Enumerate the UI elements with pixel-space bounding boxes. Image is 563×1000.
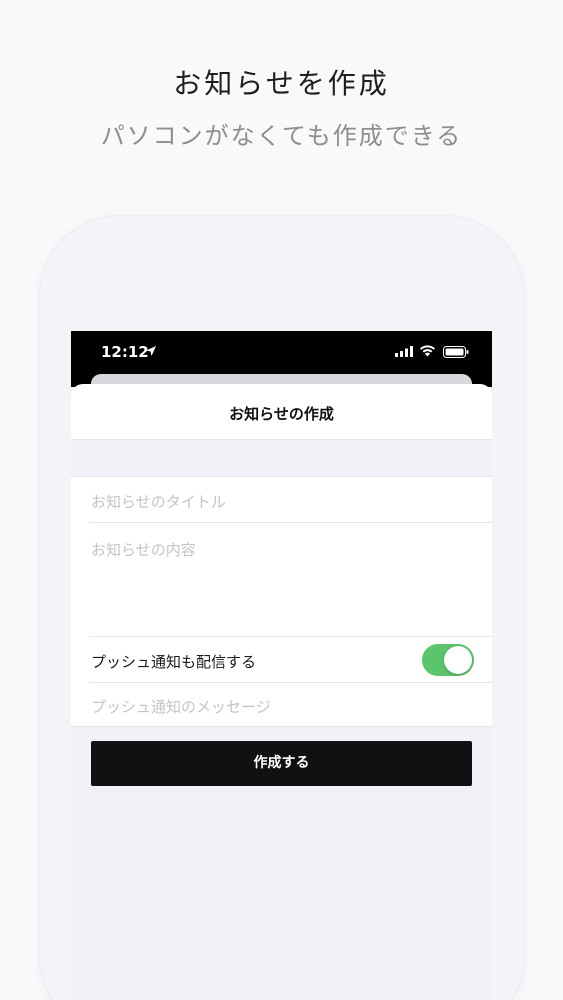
signal-icon xyxy=(395,346,413,357)
wifi-icon xyxy=(420,345,435,357)
location-icon xyxy=(146,346,156,356)
notice-body-textarea[interactable]: お知らせの内容 xyxy=(91,539,196,560)
divider xyxy=(89,522,492,523)
phone-screen: 12:12 お知らせの作成 お知らせのタイトル お知らせの内容 プッシュ通知も配… xyxy=(71,331,492,1000)
create-button[interactable]: 作成する xyxy=(91,741,472,786)
app-store-screenshot: お知らせを作成 パソコンがなくても作成できる 12:12 お知らせの作成 お知ら… xyxy=(0,0,563,1000)
divider xyxy=(89,682,492,683)
status-time: 12:12 xyxy=(101,343,149,361)
toggle-knob xyxy=(444,646,472,674)
push-message-input[interactable]: プッシュ通知のメッセージ xyxy=(91,696,271,717)
push-notification-toggle[interactable] xyxy=(422,644,474,676)
marketing-headline: お知らせを作成 xyxy=(173,67,390,100)
marketing-subheadline: パソコンがなくても作成できる xyxy=(100,122,463,150)
navigation-bar: お知らせの作成 xyxy=(71,384,492,440)
divider xyxy=(89,636,492,637)
notice-form: お知らせのタイトル お知らせの内容 プッシュ通知も配信する プッシュ通知のメッセ… xyxy=(71,476,492,727)
page-title: お知らせの作成 xyxy=(229,405,334,423)
push-toggle-label: プッシュ通知も配信する xyxy=(91,653,257,671)
notice-title-input[interactable]: お知らせのタイトル xyxy=(91,491,226,512)
battery-icon xyxy=(443,346,469,358)
